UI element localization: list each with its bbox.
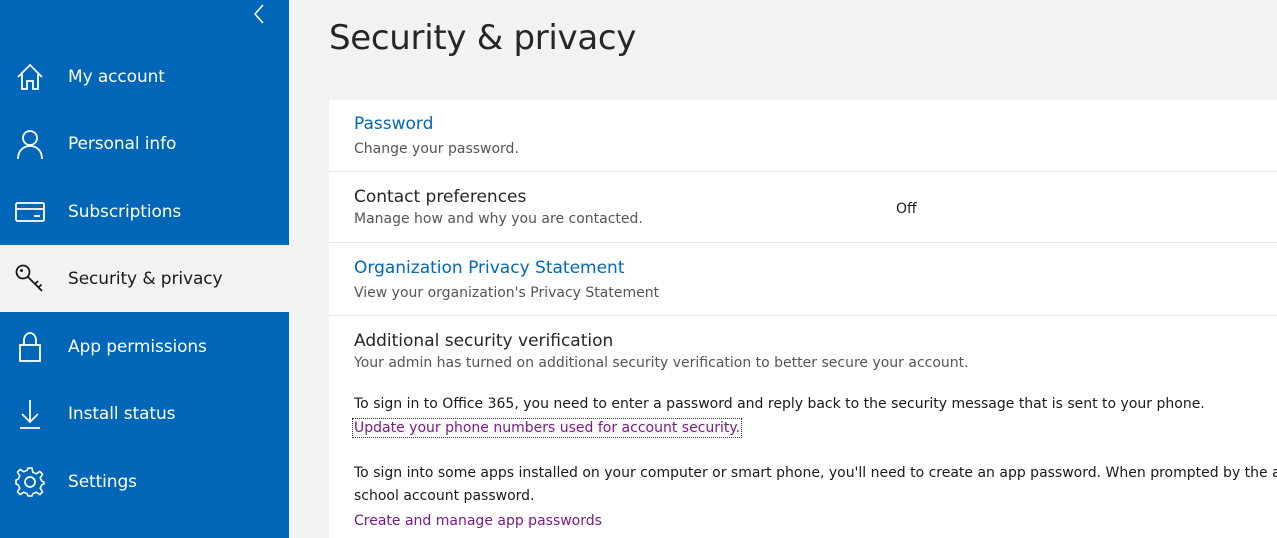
sign-in-instructions: To sign in to Office 365, you need to en… bbox=[354, 396, 1205, 412]
contact-preferences-description: Manage how and why you are contacted. bbox=[354, 211, 643, 227]
page-title: Security & privacy bbox=[329, 18, 637, 58]
update-phone-numbers-link[interactable]: Update your phone numbers used for accou… bbox=[351, 418, 743, 438]
app-password-instructions-line2: school account password. bbox=[354, 488, 535, 504]
lock-icon bbox=[14, 331, 46, 363]
contact-preferences-title: Contact preferences bbox=[354, 187, 527, 207]
credit-card-icon bbox=[14, 196, 46, 228]
person-icon bbox=[14, 128, 46, 160]
sidebar-item-personal-info[interactable]: Personal info bbox=[0, 110, 289, 177]
sidebar-item-label: Subscriptions bbox=[68, 201, 182, 222]
password-description: Change your password. bbox=[354, 141, 519, 157]
main-content: Security & privacy Password Change your … bbox=[289, 0, 1277, 538]
app-password-instructions-line1: To sign into some apps installed on your… bbox=[354, 465, 1277, 481]
security-verification-description: Your admin has turned on additional secu… bbox=[354, 355, 969, 371]
sidebar-item-label: Security & privacy bbox=[68, 268, 223, 289]
chevron-left-icon bbox=[253, 4, 264, 24]
privacy-statement-section: Organization Privacy Statement View your… bbox=[329, 243, 1277, 316]
password-link[interactable]: Password bbox=[354, 114, 433, 134]
privacy-statement-description: View your organization's Privacy Stateme… bbox=[354, 285, 660, 301]
home-icon bbox=[14, 61, 46, 93]
sidebar-item-label: App permissions bbox=[68, 336, 207, 357]
download-icon bbox=[14, 398, 46, 430]
sidebar-item-label: Personal info bbox=[68, 133, 177, 154]
sidebar-item-my-account[interactable]: My account bbox=[0, 43, 289, 110]
account-settings-window: My account Personal info Subscriptions S… bbox=[0, 0, 1277, 538]
sidebar-item-label: Settings bbox=[68, 471, 137, 492]
sidebar-item-subscriptions[interactable]: Subscriptions bbox=[0, 178, 289, 245]
collapse-sidebar-button[interactable] bbox=[248, 2, 270, 26]
contact-preferences-section[interactable]: Contact preferences Manage how and why y… bbox=[329, 172, 1277, 243]
security-verification-section: Additional security verification Your ad… bbox=[329, 316, 1277, 538]
sidebar-item-install-status[interactable]: Install status bbox=[0, 380, 289, 447]
contact-preferences-status: Off bbox=[896, 201, 917, 217]
sidebar-item-settings[interactable]: Settings bbox=[0, 448, 289, 515]
sidebar: My account Personal info Subscriptions S… bbox=[0, 0, 289, 538]
sidebar-item-security-privacy[interactable]: Security & privacy bbox=[0, 245, 289, 312]
sidebar-item-label: My account bbox=[68, 66, 165, 87]
password-section: Password Change your password. bbox=[329, 100, 1277, 172]
gear-icon bbox=[14, 466, 46, 498]
security-verification-title: Additional security verification bbox=[354, 331, 614, 351]
privacy-statement-link[interactable]: Organization Privacy Statement bbox=[354, 258, 625, 278]
create-app-passwords-link[interactable]: Create and manage app passwords bbox=[354, 513, 602, 529]
sidebar-item-app-permissions[interactable]: App permissions bbox=[0, 313, 289, 380]
settings-panel: Password Change your password. Contact p… bbox=[329, 100, 1277, 538]
key-icon bbox=[14, 263, 46, 295]
sidebar-item-label: Install status bbox=[68, 403, 176, 424]
